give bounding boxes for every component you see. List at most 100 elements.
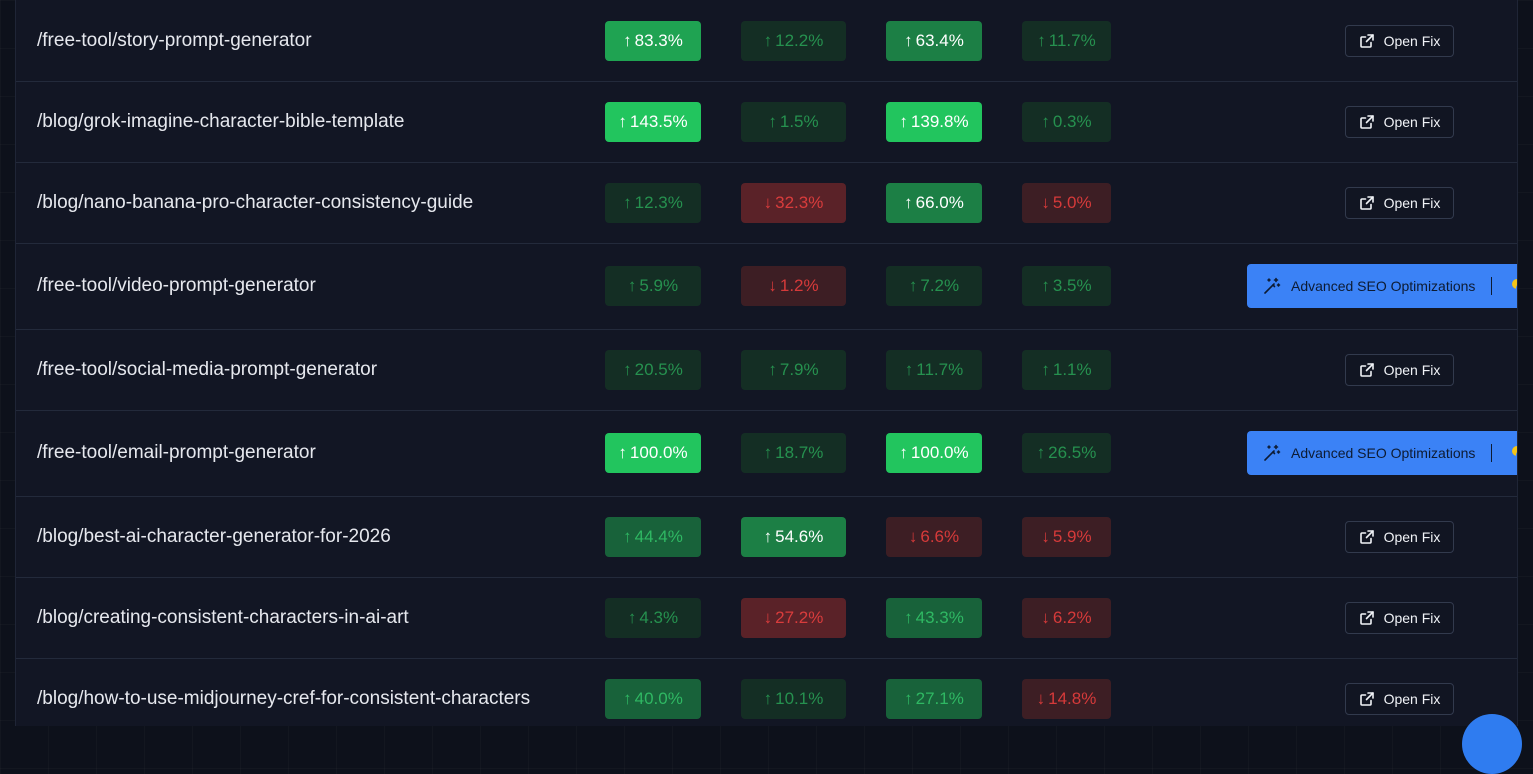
metric-change-badge: ↓ 5.0% xyxy=(1022,182,1111,223)
metric-change-badge: ↑ 3.5% xyxy=(1022,266,1111,306)
external-link-icon xyxy=(1359,195,1384,211)
metric-change-value: 66.0% xyxy=(915,192,964,212)
open-fix-button[interactable]: Open Fix xyxy=(1345,24,1454,57)
metric-change-value: 10.1% xyxy=(775,688,824,708)
arrow-up-icon: ↑ xyxy=(763,526,773,546)
advanced-seo-button[interactable]: Advanced SEO Optimizations xyxy=(1247,431,1517,475)
metric-change-value: 40.0% xyxy=(634,688,683,708)
open-fix-button[interactable]: Open Fix xyxy=(1345,186,1454,219)
metric-change-badge: ↑ 4.3% xyxy=(605,597,701,638)
metric-change-badge: ↑ 100.0% xyxy=(886,433,982,473)
metric-change-value: 3.5% xyxy=(1052,276,1092,295)
open-fix-label: Open Fix xyxy=(1383,113,1441,130)
arrow-up-icon: ↑ xyxy=(904,688,913,708)
arrow-up-icon: ↑ xyxy=(1041,359,1050,379)
metric-change-value: 4.3% xyxy=(639,607,679,627)
metric-change-value: 27.2% xyxy=(775,607,824,627)
metric-change-value: 1.2% xyxy=(779,276,819,295)
chat-launcher-button[interactable] xyxy=(1462,714,1522,774)
metric-change-badge: ↑ 139.8% xyxy=(886,101,982,142)
seo-results-table: /free-tool/story-prompt-generator ↑ 83.3% ↑… xyxy=(15,0,1518,726)
page-path[interactable]: /free-tool/email-prompt-generator xyxy=(37,442,316,464)
metric-change-value: 7.9% xyxy=(779,359,819,379)
advanced-seo-label: Advanced SEO Optimizations xyxy=(1291,278,1476,294)
arrow-up-icon: ↑ xyxy=(908,276,918,295)
external-link-icon xyxy=(1359,362,1384,378)
metric-change-badge: ↓ 32.3% xyxy=(741,182,846,223)
open-fix-button[interactable]: Open Fix xyxy=(1345,601,1454,634)
arrow-up-icon: ↑ xyxy=(1037,30,1046,50)
metric-change-value: 32.3% xyxy=(775,192,824,212)
external-link-icon xyxy=(1359,691,1384,707)
metric-change-badge: ↑ 11.7% xyxy=(1022,20,1111,61)
metric-change-value: 12.2% xyxy=(775,30,824,50)
metric-change-value: 20.5% xyxy=(634,359,683,379)
page-path[interactable]: /free-tool/video-prompt-generator xyxy=(37,275,316,297)
metric-change-badge: ↑ 7.9% xyxy=(741,349,846,390)
divider xyxy=(1491,277,1493,295)
arrow-down-icon: ↓ xyxy=(1041,526,1050,546)
advanced-seo-label: Advanced SEO Optimizations xyxy=(1291,445,1476,461)
metric-change-badge: ↑ 66.0% xyxy=(886,182,982,223)
page-path[interactable]: /free-tool/story-prompt-generator xyxy=(37,30,312,52)
metric-change-badge: ↑ 40.0% xyxy=(605,678,701,719)
metric-change-badge: ↑ 100.0% xyxy=(605,433,701,473)
page-path[interactable]: /blog/best-ai-character-generator-for-20… xyxy=(37,526,391,548)
arrow-up-icon: ↑ xyxy=(627,607,637,627)
arrow-up-icon: ↑ xyxy=(623,526,632,546)
external-link-icon xyxy=(1359,114,1384,130)
open-fix-label: Open Fix xyxy=(1383,194,1441,211)
arrow-up-icon: ↑ xyxy=(618,443,627,462)
table-row: /blog/creating-consistent-characters-in-… xyxy=(16,577,1517,659)
metric-change-value: 143.5% xyxy=(629,111,688,131)
arrow-down-icon: ↓ xyxy=(768,276,777,295)
metric-change-value: 26.5% xyxy=(1048,443,1097,462)
page-path[interactable]: /blog/creating-consistent-characters-in-… xyxy=(37,607,409,629)
metric-change-badge: ↑ 18.7% xyxy=(741,433,846,473)
metric-change-value: 6.6% xyxy=(920,526,960,546)
arrow-up-icon: ↑ xyxy=(904,30,913,50)
metric-change-value: 139.8% xyxy=(910,111,969,131)
external-link-icon xyxy=(1359,610,1384,626)
metric-change-badge: ↑ 26.5% xyxy=(1022,433,1111,473)
metric-change-badge: ↑ 7.2% xyxy=(886,266,982,306)
metric-change-value: 5.0% xyxy=(1052,192,1092,212)
metric-change-badge: ↓ 5.9% xyxy=(1022,516,1111,557)
metric-change-value: 6.2% xyxy=(1052,607,1092,627)
open-fix-label: Open Fix xyxy=(1383,690,1441,707)
page-path[interactable]: /blog/how-to-use-midjourney-cref-for-con… xyxy=(37,688,530,710)
arrow-down-icon: ↓ xyxy=(1041,192,1050,212)
open-fix-button[interactable]: Open Fix xyxy=(1345,353,1454,386)
advanced-seo-button[interactable]: Advanced SEO Optimizations xyxy=(1247,264,1517,308)
open-fix-button[interactable]: Open Fix xyxy=(1345,682,1454,715)
table-row: /free-tool/video-prompt-generator ↑ 5.9% ↓ 1… xyxy=(16,243,1517,330)
arrow-up-icon: ↑ xyxy=(904,359,914,379)
arrow-up-icon: ↑ xyxy=(899,443,908,462)
arrow-down-icon: ↓ xyxy=(1041,607,1050,627)
arrow-up-icon: ↑ xyxy=(623,688,632,708)
magic-wand-icon xyxy=(1263,277,1281,295)
metric-change-badge: ↓ 6.6% xyxy=(886,516,982,557)
arrow-up-icon: ↑ xyxy=(1041,111,1050,131)
open-fix-button[interactable]: Open Fix xyxy=(1345,520,1454,553)
metric-change-value: 54.6% xyxy=(775,526,824,546)
metric-change-badge: ↑ 10.1% xyxy=(741,678,846,719)
open-fix-button[interactable]: Open Fix xyxy=(1345,105,1454,138)
arrow-up-icon: ↑ xyxy=(1041,276,1050,295)
metric-change-value: 5.9% xyxy=(1052,526,1092,546)
page-path[interactable]: /free-tool/social-media-prompt-generator xyxy=(37,359,377,381)
arrow-up-icon: ↑ xyxy=(623,30,632,50)
page-path[interactable]: /blog/nano-banana-pro-character-consiste… xyxy=(37,192,473,214)
metric-change-value: 14.8% xyxy=(1048,688,1097,708)
metric-change-badge: ↓ 6.2% xyxy=(1022,597,1111,638)
metric-change-value: 63.4% xyxy=(915,30,964,50)
table-row: /blog/nano-banana-pro-character-consiste… xyxy=(16,162,1517,244)
arrow-up-icon: ↑ xyxy=(618,111,627,131)
metric-change-value: 7.2% xyxy=(920,276,960,295)
arrow-up-icon: ↑ xyxy=(623,192,632,212)
metric-change-value: 44.4% xyxy=(634,526,683,546)
coins-icon xyxy=(1510,444,1517,462)
page-path[interactable]: /blog/grok-imagine-character-bible-templ… xyxy=(37,111,405,133)
metric-change-badge: ↓ 14.8% xyxy=(1022,678,1111,719)
metric-change-badge: ↑ 11.7% xyxy=(886,349,982,390)
